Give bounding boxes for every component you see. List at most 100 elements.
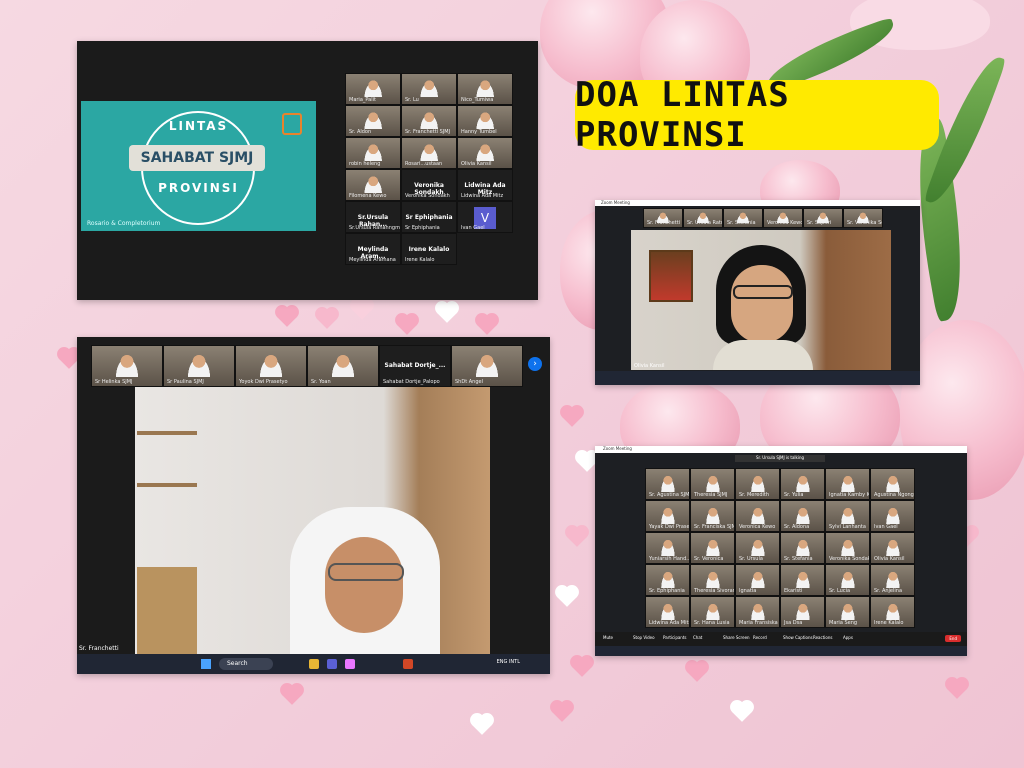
participant-tile[interactable]: Filomena Kewo	[345, 169, 401, 201]
participant-video	[418, 79, 440, 98]
participant-tile[interactable]: robin heleng	[345, 137, 401, 169]
participant-tile[interactable]: Maria Seng	[825, 596, 870, 628]
participant-name: robin heleng	[349, 161, 381, 167]
participant-tile[interactable]: Sr. Sapitri	[803, 208, 843, 228]
participant-tile[interactable]: Agustina Ngonglesang	[870, 468, 915, 500]
participant-tile[interactable]: Sylvi Lanhanta	[825, 500, 870, 532]
next-page-button[interactable]: ›	[528, 357, 542, 371]
participant-tile[interactable]: Sahabat Dortje_... Sahabat Dortje_Palopo	[379, 345, 451, 387]
participant-name: Sahabat Dortje_Palopo	[383, 379, 440, 385]
windows-start-icon[interactable]	[201, 659, 211, 669]
heart-confetti	[437, 303, 457, 323]
control-mute[interactable]: Mute	[603, 635, 613, 640]
participant-video	[474, 79, 496, 98]
control-share-screen[interactable]: Share Screen	[723, 635, 750, 640]
participant-tile[interactable]: Theresia SJMJ	[690, 468, 735, 500]
participant-tile[interactable]: Olivia Kansil	[870, 532, 915, 564]
participant-tile[interactable]: Sr. Meredith	[735, 468, 780, 500]
participant-tile[interactable]: Veronika Sondakh Veronika Sondakh	[401, 169, 457, 201]
heart-confetti	[567, 527, 587, 547]
participant-tile[interactable]: Sr.Ursula Rahan... Sr.Ursula Rahanngmeh	[345, 201, 401, 233]
zoom-screenshot-nun: Sr Helinka SJMJ Sr Paulina SJMJ Yoyok Dwi …	[77, 337, 550, 674]
participant-tile[interactable]: Sr. Lucia	[825, 564, 870, 596]
participant-tile[interactable]: Sr. Stefania	[723, 208, 763, 228]
participant-tile[interactable]: Ignatia	[735, 564, 780, 596]
participant-tile[interactable]: Sr. Ursula	[735, 532, 780, 564]
participant-tile[interactable]: Sr. Agustina SJMJ	[645, 468, 690, 500]
participant-tile[interactable]: Hanny Tumbel	[457, 105, 513, 137]
control-record[interactable]: Record	[753, 635, 767, 640]
participant-tile[interactable]: Theresia Sivoranna	[690, 564, 735, 596]
participant-video	[362, 143, 384, 162]
participant-name: Sr. Stefania	[784, 556, 813, 562]
control-participants[interactable]: Participants	[663, 635, 687, 640]
participant-tile[interactable]: Jsa Dsa	[780, 596, 825, 628]
premiere-icon[interactable]	[345, 659, 355, 669]
participant-video	[793, 570, 812, 589]
participant-tile[interactable]: Sr. Yoan	[307, 345, 379, 387]
windows-taskbar[interactable]: Search ENG INTL	[77, 654, 550, 674]
participant-tile[interactable]: Sr. Aldon	[345, 105, 401, 137]
participant-tile[interactable]: Veronica Kewo	[735, 500, 780, 532]
control-chat[interactable]: Chat	[693, 635, 702, 640]
participant-tile[interactable]: Irene Kalalo Irene Kalalo	[401, 233, 457, 265]
participant-name: Agustina Ngonglesang	[874, 492, 914, 498]
speaker-video	[135, 387, 490, 667]
participant-tile[interactable]: Rosari...ustaan	[401, 137, 457, 169]
participant-tile[interactable]: Sr. Anjelina	[870, 564, 915, 596]
participant-tile[interactable]: Sr. Lu	[401, 73, 457, 105]
control-end[interactable]: End	[945, 635, 961, 642]
heart-confetti	[577, 452, 597, 472]
participant-tile[interactable]: Ekaristi	[780, 564, 825, 596]
participant-tile[interactable]: Meylinda Aram... Meylinda Aramana	[345, 233, 401, 265]
windows-taskbar[interactable]	[595, 646, 967, 656]
participant-tile[interactable]: Sr. Yulia	[780, 468, 825, 500]
participant-tile[interactable]: Sr. Aldona	[780, 500, 825, 532]
chrome-icon[interactable]	[309, 659, 319, 669]
participant-tile[interactable]: Nico_Tumiwa	[457, 73, 513, 105]
participant-video	[748, 570, 767, 589]
control-show-captions[interactable]: Show Captions	[783, 635, 813, 640]
participant-tile[interactable]: Olivia Kansil	[457, 137, 513, 169]
participant-tile[interactable]: Sr. Veronika Sondakh	[843, 208, 883, 228]
participant-tile[interactable]: Sr Paulina SJMJ	[163, 345, 235, 387]
participant-tile[interactable]: Veronica Kewo	[763, 208, 803, 228]
participant-name: Sr. Yulia	[784, 492, 804, 498]
participant-tile[interactable]: Sr. Franchetti SJMJ	[401, 105, 457, 137]
search-box[interactable]: Search	[219, 658, 273, 670]
teams-icon[interactable]	[327, 659, 337, 669]
participant-tile[interactable]: Irene Kalalo	[870, 596, 915, 628]
presentation-slide: LINTAS SAHABAT SJMJ PROVINSI Rosario & C…	[81, 101, 316, 231]
participant-video	[473, 353, 501, 378]
powerpoint-icon[interactable]	[403, 659, 413, 669]
participant-tile[interactable]: Lidwina Ada Mitz Lidwina Ada Mitz	[457, 169, 513, 201]
participant-tile[interactable]: Sr. Veronica	[690, 532, 735, 564]
participant-tile[interactable]: ShDt Angel	[451, 345, 523, 387]
participant-tile[interactable]: Sr. Ephiphania	[645, 564, 690, 596]
participant-tile[interactable]: Sr. Stefania	[780, 532, 825, 564]
participant-tile[interactable]: Sr. Ursula Ratuan	[683, 208, 723, 228]
participant-tile[interactable]: Ignatia Kamby Kurniawan	[825, 468, 870, 500]
windows-taskbar[interactable]	[595, 371, 920, 385]
participant-tile[interactable]: Sr Helinka SJMJ	[91, 345, 163, 387]
participant-tile[interactable]: Yoyok Dwi Prasetyo	[235, 345, 307, 387]
participant-tile[interactable]: Yuniarsih Hand...	[645, 532, 690, 564]
participant-tile[interactable]: Lidwina Ada Mitz	[645, 596, 690, 628]
control-stop-video[interactable]: Stop Video	[633, 635, 655, 640]
participant-tile[interactable]: Sr Ephiphania Sr Ephiphania	[401, 201, 457, 233]
participant-tile[interactable]: Yayak Dwi Prasetyo	[645, 500, 690, 532]
control-apps[interactable]: Apps	[843, 635, 853, 640]
participant-tile[interactable]: V Ivan Gael	[457, 201, 513, 233]
participant-tile[interactable]: Maria_Palit	[345, 73, 401, 105]
participant-tile[interactable]: Ivan Gael	[870, 500, 915, 532]
participant-tile[interactable]: Maria Fransiska	[735, 596, 780, 628]
title-banner: DOA LINTAS PROVINSI	[575, 75, 939, 155]
participant-name: Ignatia Kamby Kurniawan	[829, 492, 870, 498]
participant-video	[658, 474, 677, 493]
participant-tile[interactable]: Veronika Sondakh	[825, 532, 870, 564]
participant-tile[interactable]: Sr. Franciska SJMJ	[690, 500, 735, 532]
control-reactions[interactable]: Reactions	[813, 635, 832, 640]
participant-video	[362, 175, 384, 194]
participant-tile[interactable]: Sr. Franchetti	[643, 208, 683, 228]
participant-tile[interactable]: Sr. Hana Lusia	[690, 596, 735, 628]
